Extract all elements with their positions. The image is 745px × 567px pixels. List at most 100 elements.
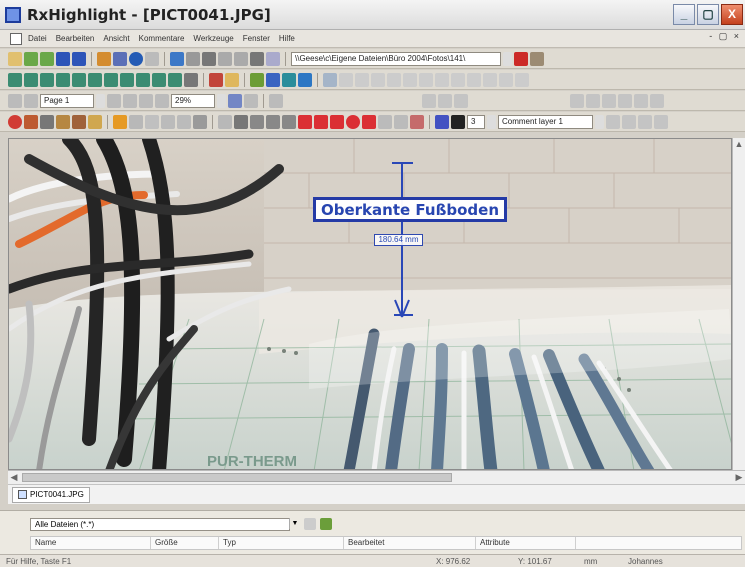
layer-lock-icon[interactable] [622, 114, 636, 129]
next-page-icon[interactable] [107, 93, 121, 108]
info-icon[interactable] [129, 51, 143, 66]
insert-page-icon[interactable] [422, 93, 436, 108]
tab-pict0041[interactable]: PICT0041.JPG [12, 486, 90, 503]
dimension-icon[interactable] [394, 114, 408, 129]
mdi-window-controls[interactable]: - ▢ × [709, 31, 741, 42]
extract-page-icon[interactable] [438, 93, 452, 108]
compare-page-icon[interactable] [570, 93, 584, 108]
zoom-next-icon[interactable] [120, 72, 134, 87]
column-type[interactable]: Typ [219, 537, 344, 549]
column-name[interactable]: Name [31, 537, 151, 549]
rotate-icon[interactable] [209, 72, 223, 87]
two-page-icon[interactable] [155, 93, 169, 108]
menu-window[interactable]: Fenster [243, 34, 270, 43]
file-type-icon[interactable] [320, 518, 332, 530]
zoom-selection-icon[interactable] [168, 72, 182, 87]
zoom-dropdown-icon[interactable] [217, 93, 226, 108]
layer-visible-icon[interactable] [606, 114, 620, 129]
filled-rectangle-icon[interactable] [330, 114, 344, 129]
page-input[interactable]: Page 1 [40, 93, 94, 108]
single-page-icon[interactable] [244, 93, 258, 108]
scroll-right-icon[interactable]: ▶ [733, 471, 745, 483]
line-icon[interactable] [234, 114, 248, 129]
vertical-scrollbar[interactable]: ▲ [732, 138, 745, 470]
globe-green-icon[interactable] [250, 72, 264, 87]
menu-tools[interactable]: Werkzeuge [193, 34, 233, 43]
layer-delete-icon[interactable] [654, 114, 668, 129]
page-dropdown-icon[interactable] [96, 93, 105, 108]
highlighter-icon[interactable] [410, 114, 424, 129]
arc-icon[interactable] [282, 114, 296, 129]
folder-view-icon[interactable] [304, 518, 316, 530]
sync-icon[interactable] [371, 72, 385, 87]
overlay-icon[interactable] [355, 72, 369, 87]
polygon-icon[interactable] [362, 114, 376, 129]
minimize-button[interactable]: _ [673, 4, 695, 25]
layer-add-icon[interactable] [638, 114, 652, 129]
rotate-right-icon[interactable] [419, 72, 433, 87]
save-icon[interactable] [56, 51, 70, 66]
scroll-mode-icon[interactable] [269, 93, 283, 108]
annotation-label[interactable]: Oberkante Fußboden [313, 197, 508, 222]
zoom-input[interactable]: 29% [171, 93, 215, 108]
measure-area-icon[interactable] [515, 72, 529, 87]
delete-page-icon[interactable] [454, 93, 468, 108]
layer-select[interactable]: Comment layer 1 [498, 114, 593, 129]
note-icon[interactable] [88, 114, 102, 129]
column-size[interactable]: Größe [151, 537, 219, 549]
page-forward-icon[interactable] [602, 93, 616, 108]
flag-icon[interactable] [184, 72, 198, 87]
crop-icon[interactable] [467, 72, 481, 87]
open-folder-icon[interactable] [8, 51, 22, 66]
measure-distance-icon[interactable] [499, 72, 513, 87]
view-mode-icon[interactable] [228, 93, 242, 108]
rotate-left-icon[interactable] [403, 72, 417, 87]
column-attributes[interactable]: Attribute [476, 537, 576, 549]
first-page-icon[interactable] [8, 93, 22, 108]
pen-icon[interactable] [218, 114, 232, 129]
print-icon[interactable] [250, 51, 264, 66]
layer-dropdown-icon[interactable] [595, 114, 604, 129]
layer-icon[interactable] [145, 51, 159, 66]
column-modified[interactable]: Bearbeitet [344, 537, 476, 549]
menu-file[interactable]: Datei [28, 34, 47, 43]
measurement-label[interactable]: 180.64 mm [374, 234, 423, 246]
text-box-icon[interactable] [145, 114, 159, 129]
compare-icon[interactable] [339, 72, 353, 87]
close-button[interactable]: X [721, 4, 743, 25]
image-viewport[interactable]: PUR-THERM Oberkante Fußboden 180.64 mm [8, 138, 732, 470]
document-red-icon[interactable] [24, 114, 38, 129]
grid-icon[interactable] [282, 72, 296, 87]
page-layout-icon[interactable] [139, 93, 153, 108]
menu-edit[interactable]: Bearbeiten [56, 34, 95, 43]
bold-b-icon[interactable] [113, 114, 127, 129]
page-options-icon[interactable] [650, 93, 664, 108]
menu-help[interactable]: Hilfe [279, 34, 295, 43]
magnifier-icon[interactable] [152, 72, 166, 87]
pencil-icon[interactable] [225, 72, 239, 87]
arrow-right-icon[interactable] [177, 114, 191, 129]
path-dropdown-icon[interactable] [503, 51, 512, 66]
file-filter-dropdown-icon[interactable]: ▼ [289, 518, 300, 529]
properties-icon[interactable] [113, 51, 127, 66]
arrow-line-icon[interactable] [378, 114, 392, 129]
globe-icon[interactable] [170, 51, 184, 66]
scroll-up-icon[interactable]: ▲ [733, 138, 745, 150]
align-icon[interactable] [387, 72, 401, 87]
horizontal-scrollbar[interactable]: ◀ ▶ [8, 470, 745, 484]
last-page-icon[interactable] [123, 93, 137, 108]
mirror-icon[interactable] [435, 72, 449, 87]
polyline-icon[interactable] [250, 114, 264, 129]
line-width-dropdown-icon[interactable] [487, 114, 496, 129]
rectangle-icon[interactable] [314, 114, 328, 129]
scroll-left-icon[interactable]: ◀ [8, 471, 20, 483]
menu-view[interactable]: Ansicht [103, 34, 129, 43]
save-all-icon[interactable] [72, 51, 86, 66]
file-filter-select[interactable]: Alle Dateien (*.*) [30, 518, 290, 531]
forward-icon[interactable] [234, 51, 248, 66]
zoom-in-icon[interactable] [8, 72, 22, 87]
zoom-previous-icon[interactable] [104, 72, 118, 87]
stamp-icon[interactable] [40, 51, 54, 66]
save-markup-icon[interactable] [40, 114, 54, 129]
freehand-icon[interactable] [266, 114, 280, 129]
